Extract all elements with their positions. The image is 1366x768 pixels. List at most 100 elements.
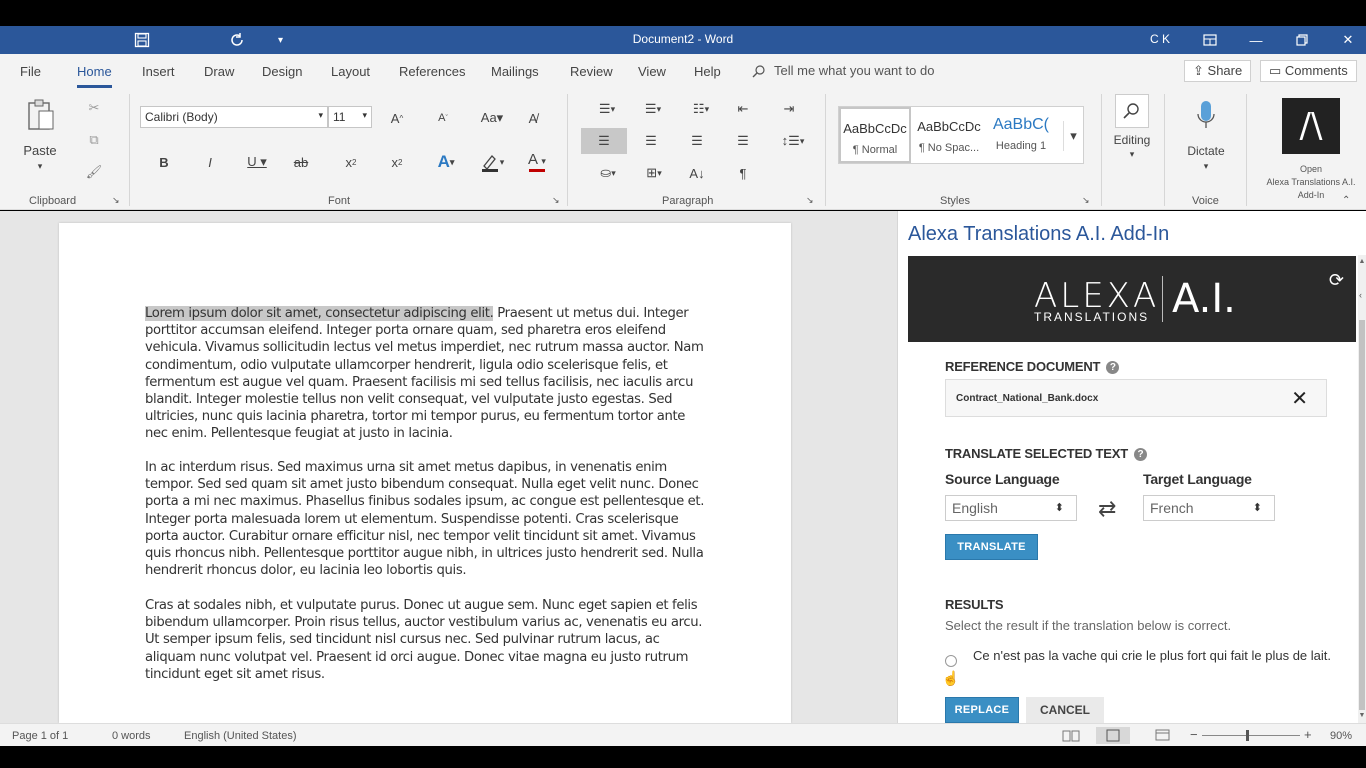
style-heading-1[interactable]: AaBbC( Heading 1 (985, 107, 1057, 163)
paste-button[interactable]: Paste (20, 142, 60, 158)
close-icon[interactable]: ✕ (1338, 30, 1358, 50)
align-right-icon[interactable]: ☰ (686, 128, 708, 154)
page-count[interactable]: Page 1 of 1 (12, 730, 68, 742)
paragraph-2[interactable]: In ac interdum risus. Sed maximus urna s… (145, 459, 711, 579)
subscript-icon[interactable]: x2 (340, 152, 362, 172)
font-color-icon[interactable]: A ▾ (520, 150, 554, 174)
alexa-addin-logo-icon[interactable]: /\ (1282, 98, 1340, 154)
collapse-pane-icon[interactable]: ‹ (1359, 290, 1366, 300)
document-page[interactable]: Lorem ipsum dolor sit amet, consectetur … (59, 223, 791, 723)
scroll-up-icon[interactable]: ▲ (1358, 258, 1366, 265)
styles-more-icon[interactable]: ▾ (1063, 121, 1083, 151)
bullets-icon[interactable]: ☰ ▾ (590, 98, 624, 120)
justify-icon[interactable]: ☰ (732, 128, 754, 154)
text-effects-icon[interactable]: A ▾ (430, 150, 462, 174)
remove-reference-icon[interactable]: ✕ (1291, 386, 1308, 411)
change-case-icon[interactable]: Aa▾ (476, 108, 508, 128)
help-icon[interactable]: ? (1133, 448, 1147, 461)
shading-icon[interactable]: ⛀ ▾ (590, 162, 626, 184)
tab-design[interactable]: Design (262, 64, 302, 79)
dictate-button[interactable]: Dictate (1182, 143, 1230, 159)
print-layout-icon[interactable] (1096, 727, 1130, 744)
highlight-color-icon[interactable]: ▾ (474, 150, 510, 174)
borders-icon[interactable]: ⊞ ▾ (636, 162, 672, 184)
editing-button[interactable]: Editing (1108, 132, 1156, 148)
user-initials[interactable]: C K (1150, 32, 1170, 46)
underline-icon[interactable]: U ▾ (242, 152, 272, 172)
microphone-icon[interactable] (1194, 98, 1218, 134)
font-launcher-icon[interactable]: ↘ (552, 195, 560, 206)
tab-insert[interactable]: Insert (142, 64, 175, 79)
scroll-down-icon[interactable]: ▼ (1358, 712, 1366, 719)
read-mode-icon[interactable] (1054, 727, 1088, 744)
word-count[interactable]: 0 words (112, 730, 151, 742)
restore-icon[interactable] (1292, 30, 1312, 50)
zoom-in-icon[interactable]: + (1304, 727, 1312, 742)
pane-scrollbar-thumb[interactable] (1359, 320, 1365, 710)
target-language-select[interactable]: French ⬍ (1143, 495, 1275, 521)
style-normal[interactable]: AaBbCcDc ¶ Normal (839, 107, 911, 163)
shrink-font-icon[interactable]: Aˇ (432, 108, 454, 128)
cancel-button[interactable]: CANCEL (1026, 697, 1104, 723)
tell-me-search[interactable]: Tell me what you want to do (752, 63, 934, 78)
tab-layout[interactable]: Layout (331, 64, 370, 79)
paste-icon[interactable] (24, 98, 58, 134)
align-left-icon[interactable]: ☰ (581, 128, 627, 154)
open-addin-button[interactable]: Open Alexa Translations A.I. Add-In (1258, 163, 1364, 202)
editing-dropdown-icon[interactable]: ▾ (1122, 148, 1142, 160)
clear-formatting-icon[interactable]: A̸ (522, 108, 544, 128)
source-language-select[interactable]: English ⬍ (945, 495, 1077, 521)
zoom-slider-thumb[interactable] (1246, 730, 1249, 741)
selected-text[interactable]: Lorem ipsum dolor sit amet, consectetur … (145, 306, 494, 321)
multilevel-list-icon[interactable]: ☷ ▾ (684, 98, 718, 120)
tab-draw[interactable]: Draw (204, 64, 234, 79)
increase-indent-icon[interactable]: ⇥ (778, 98, 800, 120)
paragraph-launcher-icon[interactable]: ↘ (806, 195, 814, 206)
find-icon[interactable] (1115, 94, 1149, 128)
zoom-slider-track[interactable] (1202, 735, 1300, 736)
tab-mailings[interactable]: Mailings (491, 64, 539, 79)
align-center-icon[interactable]: ☰ (640, 128, 662, 154)
comments-button[interactable]: ▭ Comments (1260, 60, 1357, 82)
style-no-spacing[interactable]: AaBbCcDc ¶ No Spac... (913, 107, 985, 163)
help-icon[interactable]: ? (1106, 361, 1120, 374)
tab-file[interactable]: File (20, 64, 41, 79)
refresh-icon[interactable]: ⟳ (1329, 270, 1344, 291)
superscript-icon[interactable]: x2 (386, 152, 408, 172)
paragraph-1[interactable]: Lorem ipsum dolor sit amet, consectetur … (145, 305, 711, 443)
grow-font-icon[interactable]: A ^ (386, 108, 408, 128)
decrease-indent-icon[interactable]: ⇤ (732, 98, 754, 120)
tab-references[interactable]: References (399, 64, 465, 79)
dictate-dropdown-icon[interactable]: ▾ (1196, 160, 1216, 172)
numbering-icon[interactable]: ☰ ▾ (636, 98, 670, 120)
swap-languages-icon[interactable]: ⇄ (1098, 496, 1116, 522)
paste-dropdown-icon[interactable]: ▾ (30, 160, 50, 172)
format-painter-icon[interactable]: 🖌 (84, 162, 104, 182)
result-radio[interactable] (945, 655, 957, 667)
line-spacing-icon[interactable]: ↕☰ ▾ (776, 128, 810, 154)
reference-document-field[interactable]: Contract_National_Bank.docx ✕ (945, 379, 1327, 417)
tab-view[interactable]: View (638, 64, 666, 79)
tab-review[interactable]: Review (570, 64, 613, 79)
translation-result[interactable]: Ce n'est pas la vache qui crie le plus f… (973, 647, 1333, 664)
paragraph-3[interactable]: Cras at sodales nibh, et vulputate purus… (145, 597, 711, 683)
web-layout-icon[interactable] (1146, 727, 1180, 744)
italic-icon[interactable]: I (200, 152, 220, 172)
show-marks-icon[interactable]: ¶ (732, 162, 754, 184)
bold-icon[interactable]: B (154, 152, 174, 172)
strikethrough-icon[interactable]: ab (290, 152, 312, 172)
clipboard-launcher-icon[interactable]: ↘ (112, 195, 120, 206)
zoom-level[interactable]: 90% (1330, 730, 1352, 742)
share-button[interactable]: ⇪ Share (1184, 60, 1252, 82)
cut-icon[interactable]: ✂ (84, 98, 104, 118)
language-indicator[interactable]: English (United States) (184, 730, 297, 742)
translate-button[interactable]: TRANSLATE (945, 534, 1038, 560)
replace-button[interactable]: REPLACE (945, 697, 1019, 723)
zoom-out-icon[interactable]: − (1190, 727, 1198, 742)
copy-icon[interactable]: ⧉ (84, 130, 104, 150)
font-family-select[interactable]: Calibri (Body) ▾ (140, 106, 328, 128)
minimize-icon[interactable]: — (1246, 30, 1266, 50)
font-size-select[interactable]: 11 ▾ (328, 106, 372, 128)
styles-launcher-icon[interactable]: ↘ (1082, 195, 1090, 206)
tab-home[interactable]: Home (77, 64, 112, 88)
